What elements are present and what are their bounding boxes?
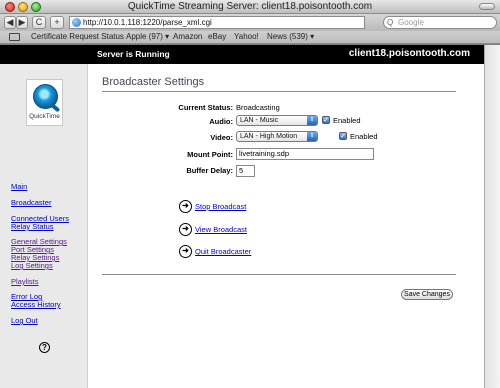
add-bookmark-button[interactable]: + <box>50 16 64 29</box>
buffer-delay-input[interactable]: 5 <box>236 165 255 177</box>
forward-button[interactable]: ▶ <box>16 16 28 29</box>
sidebar: QuickTime Main Broadcaster Connected Use… <box>0 64 88 388</box>
bookmark-item[interactable]: Apple (97) ▾ <box>126 31 169 43</box>
window-title: QuickTime Streaming Server: client18.poi… <box>127 1 373 12</box>
bookmarks-bar: Certificate Request Status Apple (97) ▾ … <box>0 31 500 44</box>
nav-log-settings[interactable]: Log Settings <box>11 261 53 270</box>
save-changes-button[interactable]: Save Changes <box>401 289 453 300</box>
address-text: http://10.0.1.118:1220/parse_xml.cgi <box>83 18 212 27</box>
vertical-scrollbar[interactable] <box>484 45 500 388</box>
help-icon[interactable]: ? <box>39 342 50 353</box>
browser-toolbar: ◀ ▶ C + http://10.0.1.118:1220/parse_xml… <box>0 14 500 31</box>
video-select-value: LAN - High Motion <box>240 133 298 140</box>
nav-access-history[interactable]: Access History <box>11 300 61 309</box>
nav-playlists[interactable]: Playlists <box>11 277 39 286</box>
nav-log-out[interactable]: Log Out <box>11 316 38 325</box>
select-arrows-icon: ⇕ <box>307 132 317 141</box>
window-titlebar: QuickTime Streaming Server: client18.poi… <box>0 0 500 14</box>
audio-enabled-label: Enabled <box>333 116 361 125</box>
arrow-right-circle-icon: ➜ <box>179 200 192 213</box>
address-bar[interactable]: http://10.0.1.118:1220/parse_xml.cgi <box>69 16 365 29</box>
logo-text: QuickTime <box>29 113 60 120</box>
audio-label: Audio: <box>209 117 233 126</box>
quicktime-icon <box>33 84 58 109</box>
mount-point-label: Mount Point: <box>187 150 233 159</box>
bookmark-item[interactable]: Certificate Request Status <box>31 31 124 43</box>
current-status-value: Broadcasting <box>236 103 280 112</box>
buffer-delay-label: Buffer Delay: <box>186 166 233 175</box>
globe-icon <box>72 18 81 27</box>
select-arrows-icon: ⇕ <box>307 116 317 125</box>
heading-divider <box>102 91 456 92</box>
arrow-right-circle-icon: ➜ <box>179 223 192 236</box>
nav-main[interactable]: Main <box>11 182 27 191</box>
stop-broadcast-link[interactable]: Stop Broadcast <box>195 202 246 211</box>
bookmark-item[interactable]: Yahoo! <box>234 31 259 43</box>
server-status: Server is Running <box>97 49 170 59</box>
search-icon: Q <box>387 18 394 27</box>
nav-relay-status[interactable]: Relay Status <box>11 222 54 231</box>
quit-broadcaster-link[interactable]: Quit Broadcaster <box>195 247 251 256</box>
search-placeholder: Google <box>398 18 424 27</box>
nav-broadcaster[interactable]: Broadcaster <box>11 198 51 207</box>
server-banner: Server is Running client18.poisontooth.c… <box>0 45 484 64</box>
bookmarks-book-icon[interactable] <box>9 33 20 41</box>
web-page: Server is Running client18.poisontooth.c… <box>0 45 484 388</box>
video-select[interactable]: LAN - High Motion ⇕ <box>236 131 318 142</box>
bookmark-item[interactable]: Amazon <box>173 31 202 43</box>
reload-button[interactable]: C <box>32 16 46 29</box>
arrow-right-circle-icon: ➜ <box>179 245 192 258</box>
bookmark-item[interactable]: News (539) ▾ <box>267 31 314 43</box>
main-content: Broadcaster Settings Current Status: Bro… <box>88 64 484 388</box>
mount-point-input[interactable]: livetraining.sdp <box>236 148 374 160</box>
view-broadcast-link[interactable]: View Broadcast <box>195 225 247 234</box>
quicktime-logo: QuickTime <box>26 79 63 126</box>
current-status-label: Current Status: <box>178 103 233 112</box>
video-enabled-label: Enabled <box>350 132 378 141</box>
video-enabled-checkbox[interactable]: ✓ <box>339 132 347 140</box>
audio-enabled-checkbox[interactable]: ✓ <box>322 116 330 124</box>
video-label: Video: <box>210 133 233 142</box>
audio-select[interactable]: LAN - Music ⇕ <box>236 115 318 126</box>
audio-select-value: LAN - Music <box>240 117 279 124</box>
footer-divider <box>102 274 456 275</box>
server-host: client18.poisontooth.com <box>348 48 470 59</box>
back-button[interactable]: ◀ <box>4 16 16 29</box>
search-field[interactable]: Q Google <box>383 16 497 29</box>
toolbar-toggle-button[interactable] <box>479 3 495 10</box>
page-title: Broadcaster Settings <box>102 76 205 88</box>
bookmark-item[interactable]: eBay <box>208 31 226 43</box>
